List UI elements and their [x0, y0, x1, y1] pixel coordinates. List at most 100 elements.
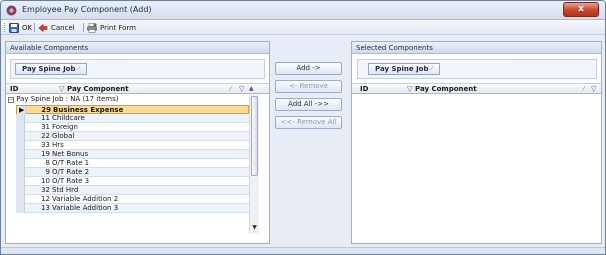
add-all-button[interactable]: Add All ->> [275, 98, 342, 111]
filter-icon[interactable]: ▽ [59, 85, 64, 93]
cell-pay-component: Net Bonus [52, 150, 89, 158]
cell-id: 13 [41, 204, 50, 212]
row-indicator[interactable] [16, 114, 25, 123]
cell-pay-component: Global [52, 132, 75, 140]
filter-icon[interactable]: ▽ [239, 85, 244, 93]
ok-label: OK [22, 23, 33, 32]
cell-pay-component: O/T Rate 2 [52, 168, 90, 176]
table-row[interactable]: 8 O/T Rate 1 [16, 159, 249, 168]
available-components-header: Available Components [6, 42, 269, 54]
group-chip-pay-spine-job[interactable]: Pay Spine Job ⁄ [15, 63, 87, 75]
cell-id: 33 [41, 141, 50, 149]
scroll-down-icon[interactable]: ▼ [250, 224, 259, 232]
row-indicator[interactable] [16, 132, 25, 141]
cancel-button[interactable]: Cancel [38, 22, 75, 33]
sort-indicator-icon: ⁄ [230, 85, 232, 93]
table-row[interactable]: 22 Global [16, 132, 249, 141]
cell-id: 8 [45, 159, 50, 167]
cell-pay-component: Childcare [52, 114, 85, 122]
collapse-icon[interactable]: − [8, 97, 14, 103]
row-indicator[interactable] [16, 195, 25, 204]
table-row[interactable]: 33 Hrs [16, 141, 249, 150]
cell-pay-component: O/T Rate 3 [52, 177, 90, 185]
cell-id: 19 [41, 150, 50, 158]
group-chip-pay-spine-job[interactable]: Pay Spine Job ⁄ [368, 63, 440, 75]
cell-id: 32 [41, 186, 50, 194]
row-indicator[interactable] [16, 159, 25, 168]
table-row[interactable]: 11 Childcare [16, 114, 249, 123]
row-indicator[interactable] [16, 150, 25, 159]
column-header-pay-component[interactable]: Pay Component [67, 85, 129, 94]
cell-id: 31 [41, 123, 50, 131]
cell-pay-component: Business Expense [53, 106, 124, 114]
cell-id: 12 [41, 195, 50, 203]
table-row[interactable]: 10 O/T Rate 3 [16, 177, 249, 186]
row-indicator[interactable] [16, 123, 25, 132]
scroll-up-icon[interactable]: ▲ [249, 85, 254, 92]
available-components-panel: Available Components Pay Spine Job ⁄ ID … [5, 41, 270, 244]
sort-indicator-icon: ⁄ [78, 65, 80, 72]
selected-components-header: Selected Components [352, 42, 601, 54]
status-bar [1, 247, 605, 254]
save-icon [9, 22, 19, 33]
cell-id: 29 [41, 106, 51, 114]
title-bar: Employee Pay Component (Add) x [1, 1, 605, 20]
sort-indicator-icon: ⁄ [431, 65, 433, 72]
cell-id: 11 [41, 114, 50, 122]
selected-components-panel: Selected Components Pay Spine Job ⁄ ID ▽… [351, 41, 602, 244]
filter-icon[interactable]: ▽ [591, 85, 596, 93]
cancel-label: Cancel [51, 23, 75, 32]
group-row[interactable]: − Pay Spine Job : NA (17 items) [8, 95, 119, 104]
table-row[interactable]: 9 O/T Rate 2 [16, 168, 249, 177]
row-indicator[interactable] [16, 186, 25, 195]
sort-indicator-icon: ⁄ [583, 85, 585, 93]
cell-id: 22 [41, 132, 50, 140]
current-row-icon: ▶ [19, 106, 25, 114]
print-form-button[interactable]: Print Form [87, 22, 136, 33]
app-icon [6, 5, 17, 16]
remove-all-button[interactable]: <<- Remove All [275, 116, 342, 129]
remove-button[interactable]: <- Remove [275, 80, 342, 93]
cell-pay-component: Foreign [52, 123, 78, 131]
ok-button[interactable]: OK [9, 22, 32, 33]
toolbar-separator [83, 23, 84, 32]
group-by-area: Pay Spine Job ⁄ [357, 59, 597, 79]
cell-pay-component: Hrs [52, 141, 64, 149]
row-indicator[interactable] [16, 141, 25, 150]
scrollbar-thumb[interactable] [251, 96, 258, 176]
filter-icon[interactable]: ▽ [407, 85, 412, 93]
cell-pay-component: Variable Addition 2 [52, 195, 119, 203]
selected-grid-header: ID ▽ Pay Component ⁄ ▽ [352, 83, 601, 94]
print-form-label: Print Form [100, 23, 136, 32]
cell-pay-component: Std Hrd [52, 186, 79, 194]
available-vertical-scrollbar[interactable]: ▼ [249, 94, 259, 234]
table-row[interactable]: 31 Foreign [16, 123, 249, 132]
printer-icon [87, 22, 97, 33]
toolbar-grip[interactable] [4, 23, 6, 32]
selected-grid-body[interactable] [352, 95, 601, 243]
column-header-pay-component[interactable]: Pay Component [415, 85, 477, 94]
table-row[interactable]: 12 Variable Addition 2 [16, 195, 249, 204]
group-row-label: Pay Spine Job : NA (17 items) [16, 95, 119, 103]
row-indicator[interactable] [16, 168, 25, 177]
row-indicator[interactable] [16, 204, 25, 213]
toolbar-separator [34, 23, 35, 32]
close-button[interactable]: x [563, 2, 599, 17]
cell-pay-component: O/T Rate 1 [52, 159, 90, 167]
group-by-area: Pay Spine Job ⁄ [10, 59, 265, 79]
row-indicator[interactable] [16, 177, 25, 186]
add-button[interactable]: Add -> [275, 62, 342, 75]
cell-id: 9 [45, 168, 50, 176]
table-row[interactable]: ▶ 29 Business Expense [16, 105, 249, 115]
table-row[interactable]: 19 Net Bonus [16, 150, 249, 159]
group-chip-label: Pay Spine Job [22, 65, 76, 73]
column-header-id[interactable]: ID [10, 85, 18, 94]
table-row[interactable]: 13 Variable Addition 3 [16, 204, 249, 213]
group-chip-label: Pay Spine Job [375, 65, 429, 73]
available-grid-header: ID ▽ Pay Component ⁄ ▽ ▲ [6, 83, 269, 94]
cell-pay-component: Variable Addition 3 [52, 204, 119, 212]
cell-id: 10 [41, 177, 50, 185]
column-header-id[interactable]: ID [360, 85, 368, 94]
table-row[interactable]: 32 Std Hrd [16, 186, 249, 195]
window-title: Employee Pay Component (Add) [22, 5, 152, 14]
